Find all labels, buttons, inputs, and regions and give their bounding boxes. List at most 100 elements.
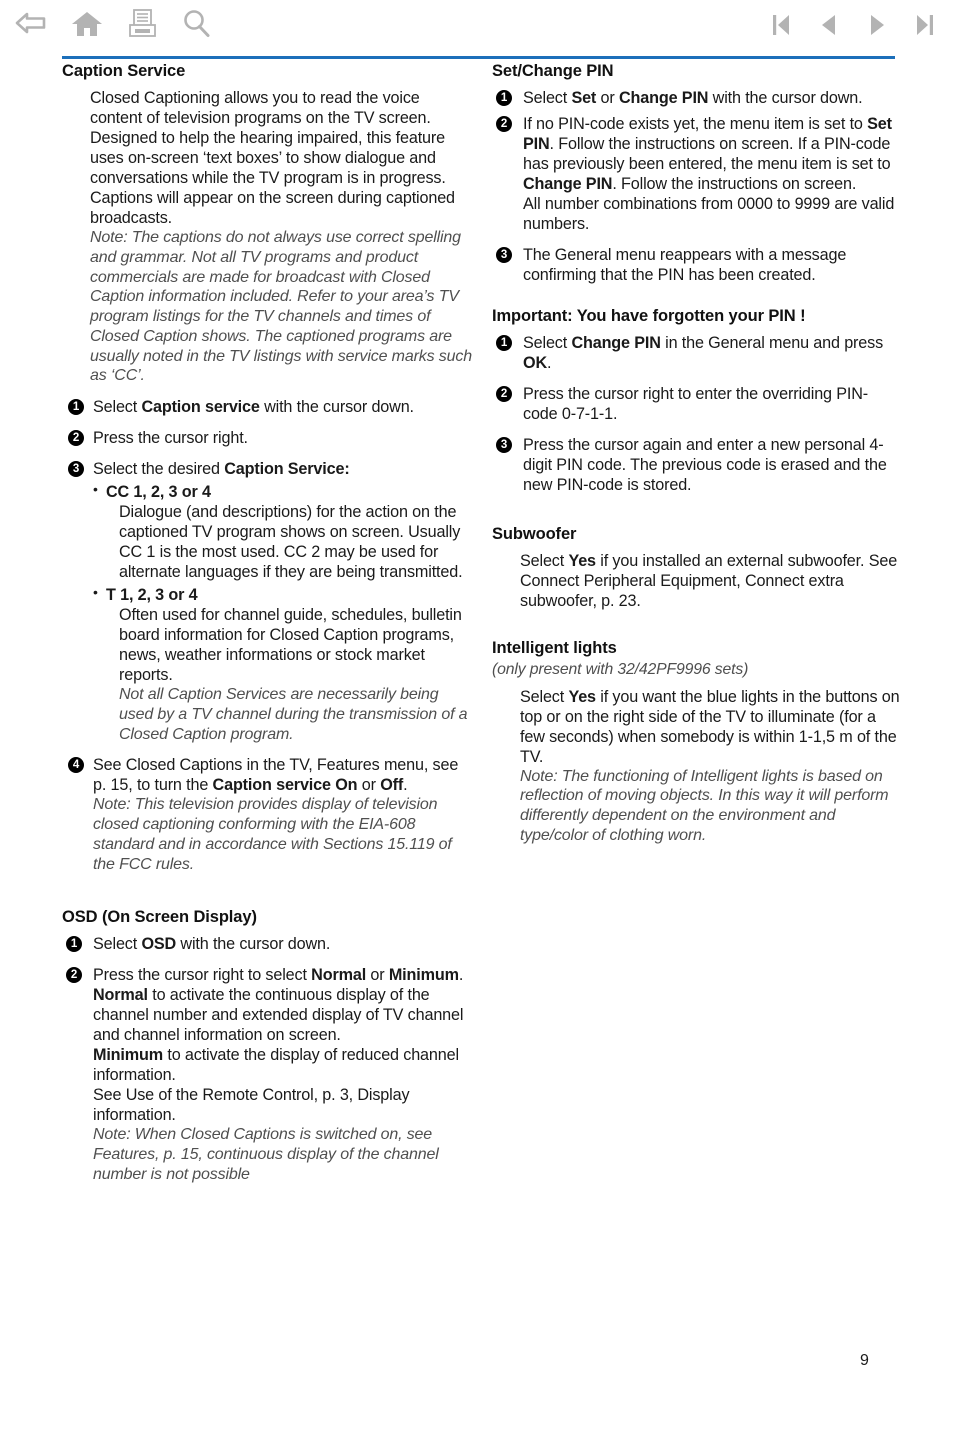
home-icon[interactable] [70,9,104,39]
subwoofer-body: Select Yes if you installed an external … [520,551,902,611]
caption-service-intro: Closed Captioning allows you to read the… [90,89,455,227]
step-number-badge: 3 [496,247,512,263]
forgotten-pin-step-2: 2 Press the cursor right to enter the ov… [492,384,902,424]
step-text-post: with the cursor down. [176,935,331,954]
step-text-post: . Follow the instructions on screen. [612,175,857,193]
step-text-pre: Select [523,89,572,107]
step-text-pre: Select the desired [93,460,225,478]
heading-osd: OSD (On Screen Display) [62,908,257,927]
toolbar [0,0,954,59]
previous-page-icon[interactable] [818,12,840,38]
caption-service-step-3: 3 Select the desired Caption Service: CC… [62,459,472,744]
step-number-badge: 1 [68,399,84,415]
step-text-bold-1: Normal [311,966,367,985]
osd-step-2-note: Note: When Closed Captions is switched o… [93,1126,439,1183]
step-number-badge: 2 [68,430,84,446]
step-text-pre: Select [523,334,572,352]
caption-service-step-2: 2 Press the cursor right. [62,428,472,448]
step-text-bold-2: OK [523,354,547,372]
step-text-bold-1: Change PIN [571,334,661,352]
forgotten-pin-step-3: 3 Press the cursor again and enter a new… [492,435,902,495]
step-text: The General menu reappears with a messag… [523,246,847,284]
pin-step-3: 3 The General menu reappears with a mess… [492,245,902,285]
bullet-t-body: Often used for channel guide, schedules,… [119,606,462,684]
bullet-t-options: T 1, 2, 3 or 4 Often used for channel gu… [93,584,472,744]
toolbar-right-group [770,12,936,38]
step-text-pre: Select [93,398,142,416]
step-text-bold-2: Change PIN [523,175,613,193]
step-text-mid: in the General menu and press [660,334,884,352]
step-number-badge: 3 [68,461,84,477]
step-text-post: with the cursor down. [259,398,414,416]
step-text-mid: . Follow the instructions on screen. If … [523,135,891,173]
subwoofer-text-pre: Select [520,552,569,570]
step-text-bold-2: Change PIN [618,89,709,107]
heading-caption-service: Caption Service [62,62,186,80]
header-divider [62,56,895,59]
step-number-badge: 1 [496,335,512,351]
pin-step-2: 2 If no PIN-code exists yet, the menu it… [492,114,902,234]
step-number-badge: 4 [68,757,84,774]
intelligent-lights-body: Select Yes if you want the blue lights i… [520,687,902,767]
step-text-bold: Caption service [141,398,260,416]
bullet-cc-options: CC 1, 2, 3 or 4 Dialogue (and descriptio… [93,481,472,582]
heading-set-change-pin: Set/Change PIN [492,62,614,80]
bullet-t-note: Not all Caption Services are necessarily… [119,686,468,743]
step-text-post: . [546,354,552,372]
osd-step-2: 2 Press the cursor right to select Norma… [62,965,472,1184]
intelligent-lights-text-pre: Select [520,687,569,706]
step-text-bold-2: Off [380,776,404,795]
osd-minimum-description: Minimum to activate the display of reduc… [93,1045,472,1085]
search-icon[interactable] [180,8,212,40]
print-icon[interactable] [126,8,158,40]
caption-service-step-1: 1 Select Caption service with the cursor… [62,397,472,417]
step-text: Press the cursor right to enter the over… [523,385,869,423]
intelligent-lights-note: Note: The functioning of Intelligent lig… [520,767,889,844]
page-content: Caption Service Closed Captioning allows… [0,62,954,1362]
step-number-badge: 1 [496,90,512,106]
caption-service-step-4-note: Note: This television provides display o… [93,796,452,873]
back-arrow-icon[interactable] [14,10,48,38]
osd-normal-label: Normal [93,986,148,1005]
step-number-badge: 1 [66,936,82,953]
step-text-post: . [458,966,464,985]
intelligent-lights-subtitle: (only present with 32/42PF9996 sets) [492,661,749,678]
right-column: Set/Change PIN 1 Select Set or Change PI… [492,62,902,846]
step-text-pre: If no PIN-code exists yet, the menu item… [523,115,868,133]
last-page-icon[interactable] [914,12,936,38]
step-text: Press the cursor again and enter a new p… [523,436,887,494]
osd-normal-text: to activate the continuous display of th… [93,986,464,1045]
step-number-badge: 2 [496,386,512,402]
caption-service-intro-note: Note: The captions do not always use cor… [90,229,472,385]
heading-intelligent-lights: Intelligent lights [492,639,617,657]
step-text-mid: or [596,89,619,107]
bullet-cc-title: CC 1, 2, 3 or 4 [106,483,211,501]
step-text-bold-2: Minimum [388,966,459,985]
pin-step-1: 1 Select Set or Change PIN with the curs… [492,88,902,108]
pin-valid-range-text: All number combinations from 0000 to 999… [523,195,895,233]
step-text-mid: or [357,776,381,795]
osd-remote-reference: See Use of the Remote Control, p. 3, Dis… [93,1086,410,1125]
step-text-pre: Select [93,935,142,954]
left-column: Caption Service Closed Captioning allows… [62,62,472,1185]
heading-subwoofer: Subwoofer [492,525,577,543]
step-number-badge: 2 [66,967,82,984]
bullet-t-title: T 1, 2, 3 or 4 [106,586,198,604]
subwoofer-text-bold: Yes [568,552,596,570]
page-number: 9 [860,1352,869,1369]
forgotten-pin-step-1: 1 Select Change PIN in the General menu … [492,333,902,373]
step-text: Press the cursor right. [93,429,248,447]
osd-minimum-label: Minimum [93,1046,163,1065]
intelligent-lights-text-bold: Yes [568,687,596,706]
caption-service-step-4: 4 See Closed Captions in the TV, Feature… [62,755,472,874]
step-text-bold-1: Set [571,89,597,107]
bullet-cc-body: Dialogue (and descriptions) for the acti… [119,503,463,581]
next-page-icon[interactable] [866,12,888,38]
step-text-pre: Press the cursor right to select [93,966,312,985]
step-text-post: . [403,776,408,795]
step-text-bold: Caption Service: [224,460,350,478]
step-text-bold: OSD [141,935,177,954]
step-text-post: with the cursor down. [708,89,863,107]
first-page-icon[interactable] [770,12,792,38]
osd-normal-description: Normal to activate the continuous displa… [93,985,472,1045]
